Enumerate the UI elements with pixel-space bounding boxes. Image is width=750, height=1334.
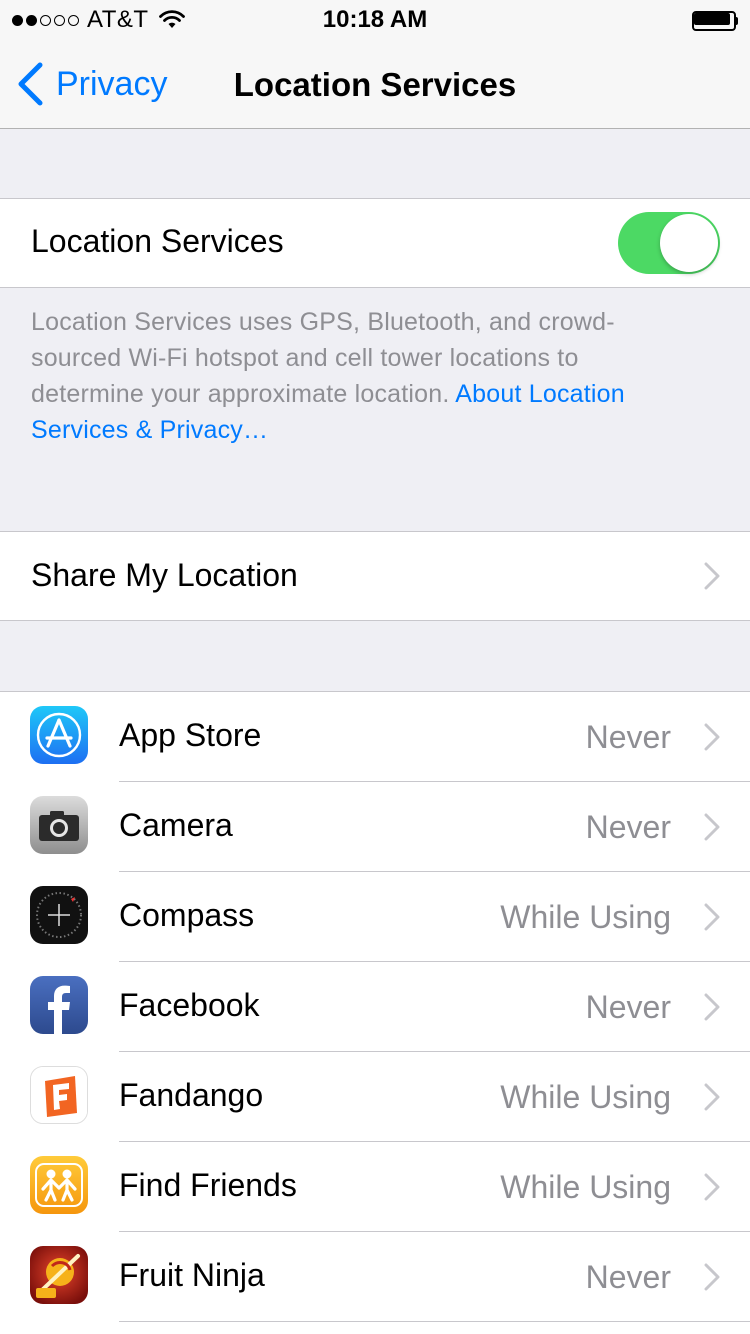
- divider: [0, 620, 750, 621]
- find-friends-icon: [30, 1156, 88, 1214]
- status-time: 10:18 AM: [322, 6, 428, 33]
- app-row-camera[interactable]: Camera Never: [0, 782, 750, 871]
- app-name: Camera: [119, 807, 233, 843]
- chevron-right-icon: [704, 723, 720, 751]
- status-bar: AT&T 10:18 AM: [0, 0, 750, 40]
- chevron-right-icon: [704, 903, 720, 931]
- divider: [119, 1321, 750, 1322]
- app-location-setting: While Using: [500, 899, 671, 935]
- chevron-right-icon: [704, 993, 720, 1021]
- app-row-facebook[interactable]: Facebook Never: [0, 962, 750, 1051]
- divider: [0, 287, 750, 288]
- location-services-toggle[interactable]: [618, 212, 720, 274]
- app-location-setting: While Using: [500, 1079, 671, 1115]
- app-location-setting: Never: [585, 989, 671, 1025]
- app-location-setting: While Using: [500, 1169, 671, 1205]
- chevron-right-icon: [704, 1173, 720, 1201]
- app-name: Compass: [119, 897, 255, 933]
- app-store-icon: [30, 706, 88, 764]
- location-services-row: Location Services: [0, 199, 750, 287]
- location-services-description: Location Services uses GPS, Bluetooth, a…: [31, 304, 691, 448]
- page-title: Location Services: [233, 66, 517, 103]
- navigation-bar: Privacy Location Services: [0, 40, 750, 129]
- app-row-find-friends[interactable]: Find Friends While Using: [0, 1142, 750, 1231]
- app-name: Fandango: [119, 1077, 264, 1113]
- fandango-icon: [30, 1066, 88, 1124]
- app-row-app-store[interactable]: App Store Never: [0, 692, 750, 781]
- fruit-ninja-icon: [30, 1246, 88, 1304]
- app-location-setting: Never: [585, 719, 671, 755]
- share-my-location-label: Share My Location: [31, 557, 298, 593]
- chevron-right-icon: [704, 1083, 720, 1111]
- battery-icon: [692, 11, 738, 31]
- app-location-setting: Never: [585, 1259, 671, 1295]
- app-name: Facebook: [119, 987, 260, 1023]
- facebook-icon: [30, 976, 88, 1034]
- toggle-knob: [660, 214, 718, 272]
- chevron-right-icon: [704, 562, 720, 590]
- app-row-fandango[interactable]: Fandango While Using: [0, 1052, 750, 1141]
- share-my-location-row[interactable]: Share My Location: [0, 532, 750, 620]
- app-row-fruit-ninja[interactable]: Fruit Ninja Never: [0, 1232, 750, 1321]
- app-name: App Store: [119, 717, 262, 753]
- app-location-setting: Never: [585, 809, 671, 845]
- location-services-label: Location Services: [31, 223, 284, 259]
- app-name: Fruit Ninja: [119, 1257, 265, 1293]
- app-name: Find Friends: [119, 1167, 297, 1203]
- app-row-compass[interactable]: Compass While Using: [0, 872, 750, 961]
- compass-icon: [30, 886, 88, 944]
- chevron-right-icon: [704, 813, 720, 841]
- app-list: App Store Never Camera Never Compass Whi…: [0, 692, 750, 1334]
- camera-icon: [30, 796, 88, 854]
- chevron-right-icon: [704, 1263, 720, 1291]
